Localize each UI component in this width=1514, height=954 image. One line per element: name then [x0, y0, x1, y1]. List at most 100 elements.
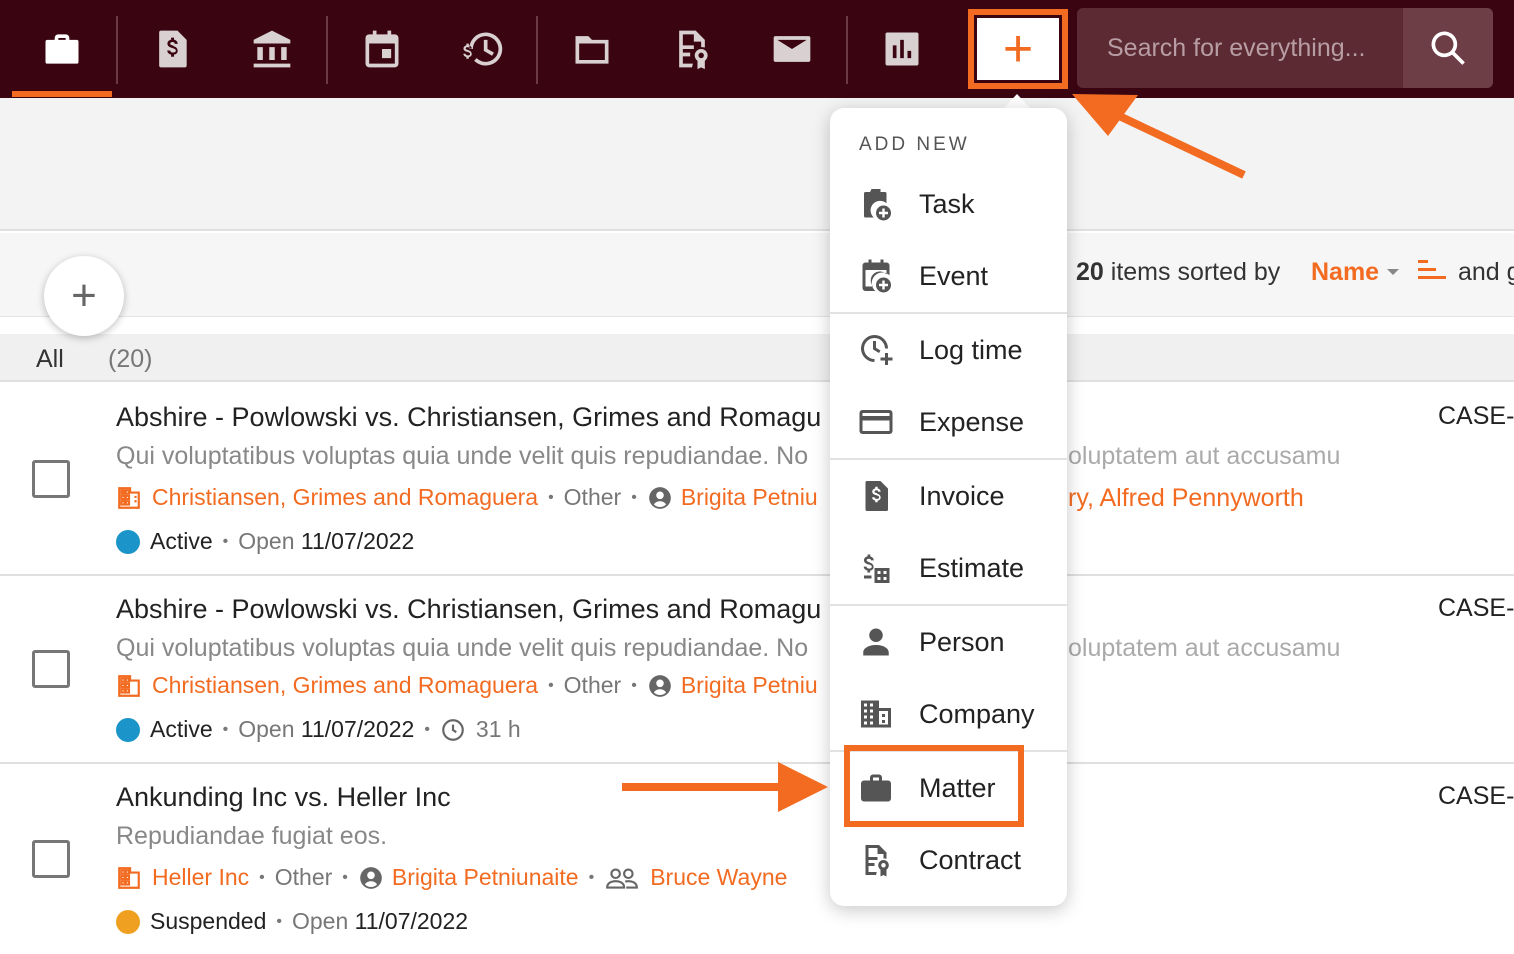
search-button[interactable]	[1403, 8, 1493, 88]
company-link[interactable]: Christiansen, Grimes and Romaguera	[152, 484, 538, 511]
matter-title[interactable]: Abshire - Powlowski vs. Christiansen, Gr…	[116, 594, 821, 625]
nav-time[interactable]	[432, 10, 532, 88]
items-count: 20	[1076, 258, 1104, 286]
open-label: Open	[238, 716, 295, 742]
task-add-icon	[864, 189, 892, 221]
menu-item-label: Task	[919, 188, 975, 219]
separator-dot: •	[259, 868, 265, 886]
group-icon	[606, 867, 639, 889]
calendar-icon	[365, 30, 399, 68]
menu-item-expense[interactable]: Expense	[830, 386, 1067, 458]
nav-documents[interactable]	[542, 10, 642, 88]
contract-icon	[865, 845, 889, 877]
person-link[interactable]: Brigita Petniu	[681, 484, 818, 511]
nav-matters[interactable]	[12, 10, 112, 88]
menu-item-person[interactable]: Person	[830, 606, 1067, 678]
building-icon	[861, 700, 891, 728]
matter-title[interactable]: Ankunding Inc vs. Heller Inc	[116, 782, 451, 813]
menu-item-company[interactable]: Company	[830, 678, 1067, 750]
status-label: Active	[150, 528, 213, 554]
building-icon	[118, 866, 140, 889]
nav-reports[interactable]	[852, 10, 952, 88]
add-new-button[interactable]: +	[968, 9, 1068, 89]
nav-separator	[116, 16, 118, 84]
separator-dot: •	[548, 676, 554, 694]
matter-highlight-box	[844, 745, 1024, 827]
separator-dot: •	[342, 868, 348, 886]
sort-label: items sorted by	[1110, 258, 1281, 286]
separator-dot: •	[222, 532, 229, 550]
floating-add-button[interactable]: +	[44, 256, 124, 336]
separator-dot: •	[276, 912, 282, 930]
filter-all-tab[interactable]: All	[36, 345, 64, 374]
chevron-down-icon	[1387, 269, 1399, 275]
matter-type: Other	[274, 864, 333, 890]
separator-dot: •	[222, 720, 229, 738]
menu-item-estimate[interactable]: Estimate	[830, 532, 1067, 604]
nav-calendar[interactable]	[332, 10, 432, 88]
matter-description: Qui voluptatibus voluptas quia unde veli…	[116, 442, 809, 470]
person-link[interactable]: Brigita Petniu	[681, 672, 818, 699]
nav-invoices[interactable]	[122, 10, 222, 88]
menu-item-label: Person	[919, 626, 1005, 657]
nav-banking[interactable]	[222, 10, 322, 88]
status-label: Suspended	[150, 908, 267, 934]
table-row[interactable]: Abshire - Powlowski vs. Christiansen, Gr…	[0, 384, 1514, 576]
table-row[interactable]: Ankunding Inc vs. Heller Inc Repudiandae…	[0, 764, 1514, 954]
nav-separator	[536, 16, 538, 84]
briefcase-icon	[45, 34, 79, 64]
search-icon	[1431, 31, 1465, 65]
credit-card-icon	[859, 410, 893, 434]
menu-item-label: Invoice	[919, 480, 1005, 511]
person-circle-icon	[648, 674, 671, 697]
reports-icon	[885, 32, 919, 66]
nav-contracts[interactable]	[642, 10, 742, 88]
row-checkbox[interactable]	[32, 840, 70, 878]
menu-item-log-time[interactable]: Log time	[830, 314, 1067, 386]
menu-item-contract[interactable]: Contract	[830, 824, 1067, 896]
building-icon	[118, 674, 140, 697]
active-tab-indicator	[12, 91, 112, 97]
matter-description: Repudiandae fugiat eos.	[116, 822, 388, 850]
matter-type: Other	[563, 672, 622, 698]
person-link[interactable]: Brigita Petniunaite	[392, 864, 579, 891]
menu-caret	[1003, 94, 1031, 109]
menu-item-label: Event	[919, 260, 989, 291]
menu-header: ADD NEW	[859, 134, 970, 155]
sort-field-dropdown[interactable]: Name	[1311, 258, 1379, 287]
status-label: Active	[150, 716, 213, 742]
matter-meta: Christiansen, Grimes and Romaguera • Oth…	[116, 484, 818, 511]
search-input[interactable]	[1077, 8, 1403, 88]
menu-item-invoice[interactable]: Invoice	[830, 460, 1067, 532]
table-row[interactable]: Abshire - Powlowski vs. Christiansen, Gr…	[0, 576, 1514, 764]
row-checkbox[interactable]	[32, 650, 70, 688]
separator-dot: •	[424, 720, 430, 738]
separator-dot: •	[588, 868, 595, 886]
group-link[interactable]: Bruce Wayne	[650, 864, 787, 891]
group-label: and g	[1458, 258, 1514, 286]
people-link-continued[interactable]: ry, Alfred Pennyworth	[1068, 484, 1304, 513]
logged-hours: 31 h	[475, 716, 521, 742]
menu-item-label: Contract	[919, 844, 1022, 875]
open-date: 11/07/2022	[300, 716, 415, 742]
menu-item-label: Expense	[919, 406, 1025, 437]
matter-title[interactable]: Abshire - Powlowski vs. Christiansen, Gr…	[116, 402, 821, 433]
bank-icon	[253, 30, 291, 68]
contract-icon	[679, 30, 708, 70]
global-search	[1077, 8, 1493, 88]
menu-item-event[interactable]: Event	[830, 240, 1067, 312]
person-icon	[863, 628, 889, 656]
company-link[interactable]: Christiansen, Grimes and Romaguera	[152, 672, 538, 699]
menu-item-label: Company	[919, 698, 1035, 729]
page-banner	[0, 98, 1514, 231]
row-checkbox[interactable]	[32, 460, 70, 498]
matter-status: Suspended • Open 11/07/2022	[116, 908, 468, 935]
status-dot	[116, 909, 140, 934]
menu-item-task[interactable]: Task	[830, 168, 1067, 240]
sort-order-icon[interactable]	[1418, 260, 1446, 282]
nav-mail[interactable]	[742, 10, 842, 88]
plus-icon: +	[977, 18, 1059, 80]
open-label: Open	[292, 908, 349, 934]
company-link[interactable]: Heller Inc	[152, 864, 249, 891]
app-root: + 20 items sorted by Name and g All (20)…	[0, 0, 1514, 954]
